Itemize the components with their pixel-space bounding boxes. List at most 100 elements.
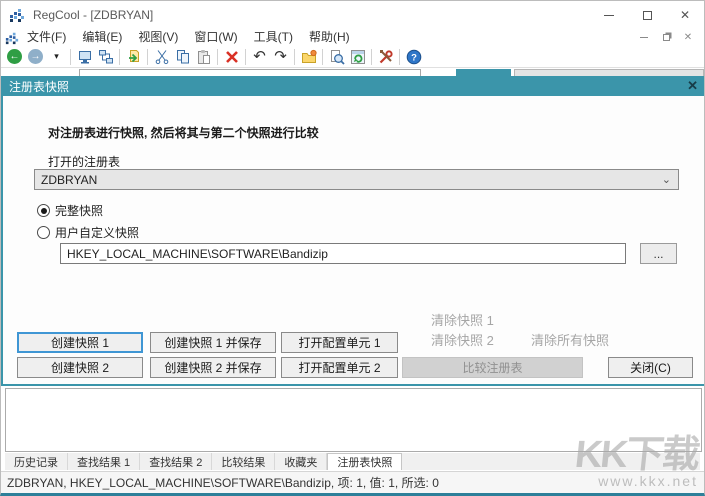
tab-search-results-2[interactable]: 查找结果 2 [140,453,212,470]
menu-window[interactable]: 窗口(W) [186,29,245,46]
custom-snapshot-radio[interactable]: 用户自定义快照 [37,224,139,241]
connect-computer-icon [77,49,93,65]
full-snapshot-label: 完整快照 [55,202,103,219]
paste-icon [196,49,212,65]
mdi-window-controls: ✕ [638,32,704,44]
regcool-window: RegCool - [ZDBRYAN] ✕ 文件(F) 编辑(E) 视图(V) … [0,0,705,496]
minimize-icon [604,15,614,16]
toolbar-separator [371,49,372,65]
search-icon [329,49,345,65]
browse-button[interactable]: ... [640,243,677,264]
menu-tools[interactable]: 工具(T) [246,29,301,46]
maximize-icon [643,11,652,20]
undo-icon: ↶ [253,49,266,64]
help-icon: ? [406,49,422,65]
tab-favorites[interactable]: 收藏夹 [275,453,327,470]
toolbar-separator [119,49,120,65]
mdi-minimize-button[interactable] [638,32,650,44]
results-list-area[interactable] [5,388,702,452]
create-snapshot2-save-button[interactable]: 创建快照 2 并保存 [150,357,276,378]
status-text: ZDBRYAN, HKEY_LOCAL_MACHINE\SOFTWARE\Ban… [7,474,439,491]
close-button[interactable]: ✕ [666,1,704,29]
redo-icon: ↷ [274,49,287,64]
help-button[interactable]: ? [403,47,424,67]
cut-icon [154,49,170,65]
tab-search-results-1[interactable]: 查找结果 1 [68,453,140,470]
svg-text:?: ? [411,52,417,63]
refresh-button[interactable] [347,47,368,67]
mdi-child-icon [5,31,19,45]
window-controls: ✕ [590,1,704,29]
compare-registry-button-disabled: 比较注册表 [402,357,583,378]
open-registry-label: 打开的注册表 [48,153,120,170]
tab-registry-snapshot[interactable]: 注册表快照 [327,453,402,470]
menu-edit[interactable]: 编辑(E) [74,29,130,46]
clear-snapshot1-link: 清除快照 1 [431,310,494,329]
registry-combobox[interactable]: ZDBRYAN ⌄ [34,169,679,190]
radio-selected-icon [37,204,50,217]
search-box-clipped[interactable] [514,69,704,76]
back-button[interactable]: ← [4,47,25,67]
window-title: RegCool - [ZDBRYAN] [33,8,153,22]
status-bar: ZDBRYAN, HKEY_LOCAL_MACHINE\SOFTWARE\Ban… [1,471,704,493]
cut-button[interactable] [151,47,172,67]
favorites-folder-button[interactable] [298,47,319,67]
menu-view[interactable]: 视图(V) [130,29,186,46]
maximize-button[interactable] [628,1,666,29]
menu-help[interactable]: 帮助(H) [301,29,358,46]
create-snapshot2-button[interactable]: 创建快照 2 [17,357,143,378]
delete-button[interactable] [221,47,242,67]
tab-history[interactable]: 历史记录 [5,453,68,470]
forward-icon: → [28,49,43,64]
export-hive-button[interactable] [123,47,144,67]
mdi-close-button[interactable]: ✕ [682,32,694,44]
undo-button[interactable]: ↶ [249,47,270,67]
network-button[interactable] [95,47,116,67]
registry-snapshot-panel: 注册表快照 ✕ 对注册表进行快照, 然后将其与第二个快照进行比较 打开的注册表 … [1,76,705,386]
bottom-tab-strip: 历史记录 查找结果 1 查找结果 2 比较结果 收藏夹 注册表快照 [5,453,700,470]
custom-path-value: HKEY_LOCAL_MACHINE\SOFTWARE\Bandizip [67,247,328,261]
custom-snapshot-label: 用户自定义快照 [55,224,139,241]
toolbar-separator [217,49,218,65]
create-snapshot1-save-button[interactable]: 创建快照 1 并保存 [150,332,276,353]
radio-unselected-icon [37,226,50,239]
custom-path-input[interactable]: HKEY_LOCAL_MACHINE\SOFTWARE\Bandizip [60,243,626,264]
tools-button[interactable] [375,47,396,67]
open-hive1-button[interactable]: 打开配置单元 1 [281,332,398,353]
close-icon: ✕ [680,8,690,22]
clear-snapshot2-link: 清除快照 2 [431,330,494,349]
toolbar-separator [294,49,295,65]
panel-close-bottom-button[interactable]: 关闭(C) [608,357,693,378]
create-snapshot1-button[interactable]: 创建快照 1 [17,332,143,353]
connect-computer-button[interactable] [74,47,95,67]
redo-button[interactable]: ↷ [270,47,291,67]
highlighted-element-clipped [456,69,511,76]
open-hive2-button[interactable]: 打开配置单元 2 [281,357,398,378]
address-bar-clipped-strip [1,68,704,76]
delete-icon [224,49,240,65]
menu-bar: 文件(F) 编辑(E) 视图(V) 窗口(W) 工具(T) 帮助(H) ✕ [1,29,704,46]
tools-icon [378,49,394,65]
chevron-down-icon: ▾ [54,51,59,62]
paste-button[interactable] [193,47,214,67]
network-icon [98,49,114,65]
menu-file[interactable]: 文件(F) [19,29,74,46]
full-snapshot-radio[interactable]: 完整快照 [37,202,103,219]
regcool-app-icon [9,7,25,23]
copy-icon [175,49,191,65]
tab-compare-results[interactable]: 比较结果 [212,453,275,470]
panel-close-button[interactable]: ✕ [687,78,698,94]
mdi-close-icon: ✕ [684,32,692,43]
toolbar-separator [245,49,246,65]
back-icon: ← [7,49,22,64]
mdi-restore-button[interactable] [660,32,672,44]
export-hive-icon [126,49,142,65]
forward-button[interactable]: → [25,47,46,67]
history-dropdown-button[interactable]: ▾ [46,47,67,67]
panel-close-icon: ✕ [687,78,698,93]
minimize-button[interactable] [590,1,628,29]
search-button[interactable] [326,47,347,67]
address-input-clipped[interactable] [79,69,421,76]
panel-header: 注册表快照 ✕ [1,76,705,96]
copy-button[interactable] [172,47,193,67]
